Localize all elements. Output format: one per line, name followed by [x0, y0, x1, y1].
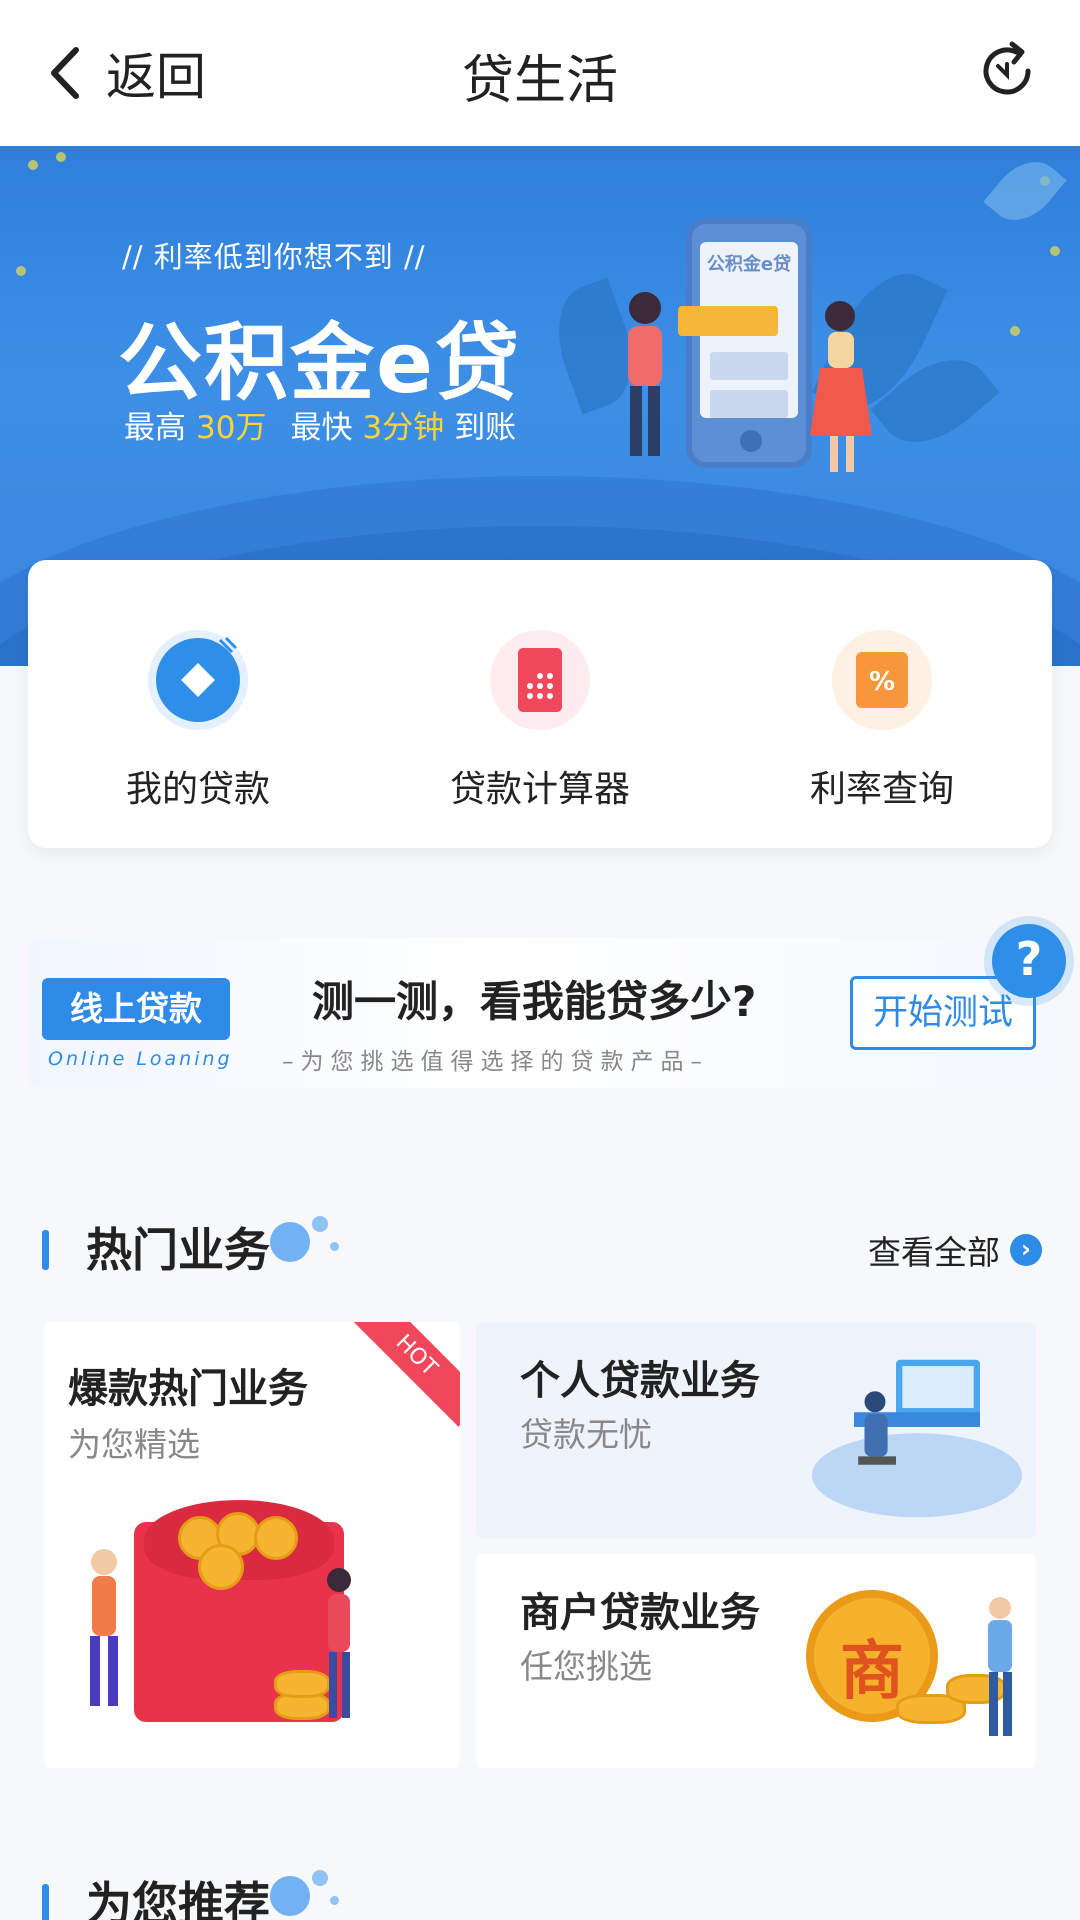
hot-product-card[interactable]: HOT 爆款热门业务 为您精选	[44, 1322, 460, 1768]
svg-text:%: %	[869, 667, 895, 697]
girl-illustration	[810, 301, 872, 472]
bubble-decoration	[330, 1242, 339, 1251]
banner-product-name: 公积金e贷	[118, 314, 521, 412]
refresh-icon[interactable]	[976, 40, 1038, 102]
help-bubble-button[interactable]: ?	[992, 924, 1066, 998]
phone-screen: 公积金e贷	[678, 242, 798, 418]
card-title: 商户贷款业务	[520, 1590, 760, 1636]
personal-loan-card[interactable]: 个人贷款业务 贷款无忧	[476, 1322, 1036, 1538]
bubble-decoration	[330, 1896, 339, 1905]
office-desk-illustration	[812, 1359, 1022, 1518]
hot-section-header: 热门业务 查看全部 ›	[42, 1212, 1042, 1282]
quick-action-label: 我的贷款	[125, 769, 270, 810]
quick-action-label: 贷款计算器	[449, 769, 630, 810]
card-subtitle: 任您挑选	[520, 1647, 652, 1686]
phone-illustration: 公积金e贷	[678, 218, 812, 468]
section-accent-bar	[42, 1884, 49, 1920]
quick-actions-card: 我的贷款 贷款计算器 % 利率查询	[28, 560, 1052, 848]
top-bar: 返回 贷生活	[0, 0, 1080, 146]
card-subtitle: 为您精选	[68, 1425, 200, 1464]
quick-action-label: 利率查询	[809, 769, 954, 810]
bubble-decoration	[270, 1876, 310, 1916]
online-loan-badge-en: Online Loaning	[48, 1048, 233, 1070]
quick-action-calculator[interactable]: 贷款计算器	[370, 560, 710, 848]
phone-row	[710, 390, 788, 418]
question-mark-icon: ?	[1015, 932, 1043, 986]
banner-sub-text: 最快	[290, 410, 353, 446]
section-accent-bar	[42, 1230, 49, 1270]
bubble-decoration	[312, 1870, 328, 1886]
woman-illustration	[628, 292, 662, 456]
quick-action-my-loans[interactable]: 我的贷款	[28, 560, 368, 848]
card-title: 爆款热门业务	[68, 1366, 308, 1412]
card-title: 个人贷款业务	[520, 1358, 760, 1404]
merchant-loan-card[interactable]: 商户贷款业务 任您挑选 商	[476, 1554, 1036, 1768]
woman-small-illustration	[327, 1568, 351, 1718]
online-loan-badge: 线上贷款	[42, 978, 230, 1040]
chevron-right-icon: ›	[1010, 1234, 1042, 1266]
card-subtitle: 贷款无忧	[520, 1415, 652, 1454]
bubble-decoration	[312, 1216, 328, 1232]
percent-icon: %	[832, 630, 932, 730]
online-loan-question: 测一测，看我能贷多少?	[312, 977, 757, 1026]
banner-sub-value: 3分钟	[362, 410, 445, 446]
online-loan-subtitle: –为您挑选值得选择的贷款产品–	[282, 1049, 709, 1075]
banner-subtitle: 最高 30万 最快 3分钟 到账	[124, 402, 516, 447]
view-all-link[interactable]: 查看全部 ›	[868, 1226, 1042, 1274]
man-holding-coin-illustration	[988, 1597, 1012, 1736]
phone-row	[710, 352, 788, 380]
loan-icon	[148, 630, 248, 730]
recommend-section-header: 为您推荐	[42, 1866, 1042, 1920]
banner-sub-value: 30万	[196, 410, 267, 446]
hot-section-title: 热门业务	[86, 1223, 270, 1277]
quick-action-rate-query[interactable]: % 利率查询	[712, 560, 1052, 848]
hot-badge: HOT	[345, 1322, 460, 1427]
phone-button-illustration	[678, 306, 778, 336]
calculator-icon	[490, 630, 590, 730]
view-all-label: 查看全部	[868, 1233, 1000, 1272]
page-title: 贷生活	[461, 51, 618, 111]
phone-title: 公积金e贷	[706, 254, 792, 275]
banner-sub-text: 最高	[124, 410, 186, 446]
bubble-decoration	[270, 1222, 310, 1262]
phone-home-button	[740, 430, 762, 452]
man-illustration	[90, 1549, 118, 1706]
banner-tagline: // 利率低到你想不到 //	[122, 240, 426, 274]
online-loan-banner[interactable]: 线上贷款 Online Loaning 测一测，看我能贷多少? –为您挑选值得选…	[28, 938, 1052, 1088]
recommend-section-title: 为您推荐	[86, 1877, 270, 1920]
banner-sub-text: 到账	[454, 410, 517, 446]
